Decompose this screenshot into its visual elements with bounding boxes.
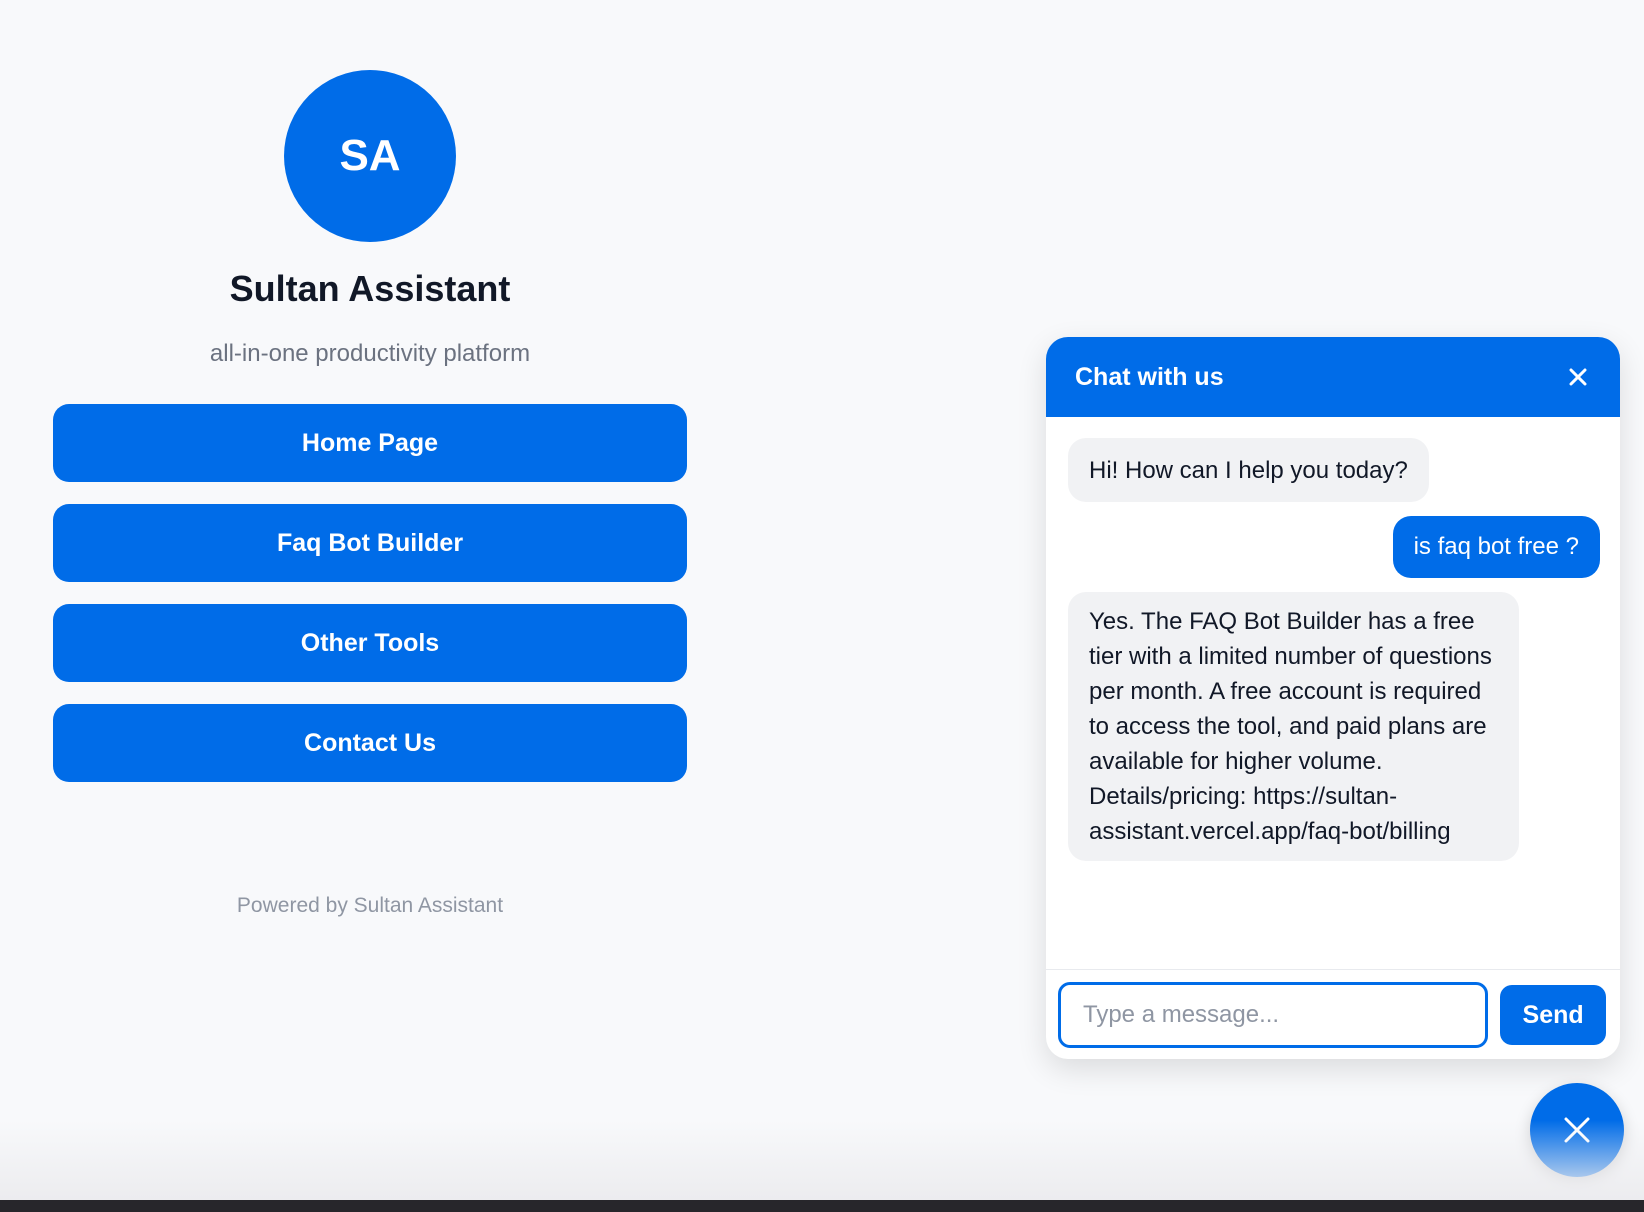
link-list: Home Page Faq Bot Builder Other Tools Co… [53, 404, 687, 782]
user-message: is faq bot free ? [1392, 516, 1600, 578]
chat-header: Chat with us [1046, 337, 1620, 417]
other-tools-label: Other Tools [300, 628, 440, 657]
profile-panel: SA Sultan Assistant all-in-one productiv… [53, 70, 687, 918]
contact-us-label: Contact Us [304, 728, 436, 757]
chat-title: Chat with us [1075, 362, 1224, 391]
message-input[interactable] [1058, 982, 1489, 1048]
bottom-shadow [0, 1120, 1644, 1200]
window-bottom-edge [0, 1200, 1644, 1212]
avatar-initials: SA [339, 131, 401, 180]
profile-tagline: all-in-one productivity platform [209, 340, 531, 367]
other-tools-button[interactable]: Other Tools [53, 604, 687, 682]
chat-close-button[interactable] [1564, 363, 1592, 391]
bot-message: Yes. The FAQ Bot Builder has a free tier… [1068, 592, 1519, 861]
close-icon [1564, 1117, 1590, 1143]
bot-message: Hi! How can I help you today? [1068, 438, 1429, 502]
chat-toggle-button[interactable] [1530, 1083, 1624, 1177]
home-page-button[interactable]: Home Page [53, 404, 687, 482]
profile-name: Sultan Assistant [229, 268, 511, 309]
faq-bot-builder-button[interactable]: Faq Bot Builder [53, 504, 687, 582]
contact-us-button[interactable]: Contact Us [53, 704, 687, 782]
faq-bot-builder-label: Faq Bot Builder [276, 528, 464, 557]
page: SA Sultan Assistant all-in-one productiv… [0, 0, 1644, 1212]
powered-by-footer: Powered by Sultan Assistant [236, 894, 504, 917]
close-icon [1569, 368, 1587, 386]
send-label: Send [1522, 1000, 1584, 1029]
chat-widget: Chat with us Hi! How can I help you toda… [1046, 337, 1620, 1059]
home-page-label: Home Page [301, 428, 439, 457]
send-button[interactable]: Send [1500, 985, 1606, 1045]
chat-composer: Send [1046, 969, 1620, 1059]
chat-messages: Hi! How can I help you today? is faq bot… [1046, 417, 1620, 969]
avatar: SA [284, 70, 456, 242]
